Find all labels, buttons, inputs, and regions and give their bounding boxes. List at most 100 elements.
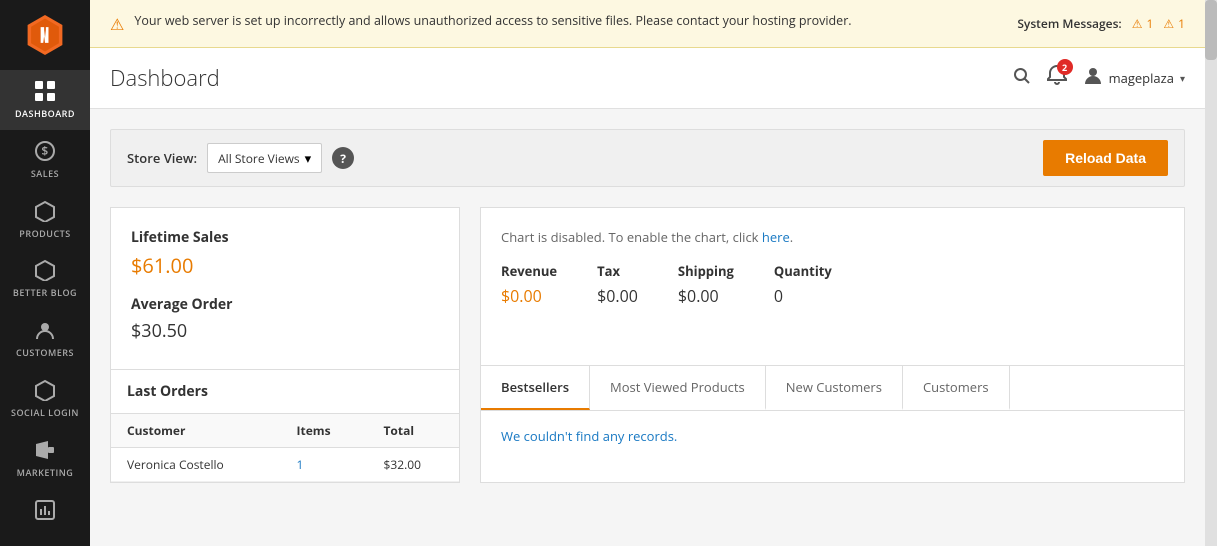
tab-most-viewed[interactable]: Most Viewed Products	[590, 366, 766, 410]
sales-icon: $	[34, 140, 56, 165]
sidebar-item-sales[interactable]: $ SALES	[0, 130, 90, 190]
chart-disabled-prefix: Chart is disabled. To enable the chart, …	[501, 228, 759, 246]
chevron-down-icon: ▾	[1180, 71, 1185, 85]
warning-banner: ⚠ Your web server is set up incorrectly …	[90, 0, 1205, 48]
tabs-section: Bestsellers Most Viewed Products New Cus…	[480, 366, 1185, 484]
tab-bestsellers[interactable]: Bestsellers	[481, 366, 590, 410]
table-row: Veronica Costello 1 $32.00	[111, 448, 459, 482]
user-avatar-icon	[1083, 65, 1103, 91]
store-view-left: Store View: All Store Views ▾ ?	[127, 143, 354, 173]
orders-row-total: $32.00	[367, 448, 459, 482]
shipping-label: Shipping	[678, 262, 734, 280]
tax-value: $0.00	[597, 285, 638, 307]
average-order-value: $30.50	[131, 319, 439, 343]
tab-bestsellers-label: Bestsellers	[501, 378, 569, 396]
lifetime-sales-value: $61.00	[131, 252, 439, 279]
notifications-button[interactable]: 2	[1046, 64, 1068, 92]
warning-left: ⚠ Your web server is set up incorrectly …	[110, 12, 852, 35]
sidebar-item-social-login[interactable]: SOCIAL LOGIN	[0, 369, 90, 429]
stats-section: Lifetime Sales $61.00 Average Order $30.…	[110, 207, 1185, 483]
header-bar: Dashboard 2	[90, 48, 1205, 109]
orders-table: Customer Items Total Veronica Costello	[111, 414, 459, 482]
sidebar-item-dashboard[interactable]: DASHBOARD	[0, 70, 90, 130]
tab-customers[interactable]: Customers	[903, 366, 1010, 410]
store-view-label: Store View:	[127, 149, 197, 167]
user-name: mageplaza	[1109, 69, 1174, 87]
help-question-mark: ?	[340, 150, 346, 167]
items-link[interactable]: 1	[297, 456, 304, 473]
search-button[interactable]	[1013, 67, 1031, 90]
system-messages: System Messages: ⚠ 1 ⚠ 1	[1017, 15, 1185, 32]
store-view-select[interactable]: All Store Views ▾	[207, 143, 322, 173]
shipping-value: $0.00	[678, 285, 734, 307]
lifetime-sales-section: Lifetime Sales $61.00 Average Order $30.…	[110, 207, 460, 369]
revenue-item-quantity: Quantity 0	[774, 262, 832, 307]
dashboard-icon	[34, 80, 56, 105]
sys-msg-badge-1[interactable]: ⚠ 1	[1132, 15, 1154, 32]
left-panel: Lifetime Sales $61.00 Average Order $30.…	[110, 207, 460, 483]
sidebar-item-reports[interactable]	[0, 489, 90, 534]
revenue-item-tax: Tax $0.00	[597, 262, 638, 307]
notification-badge: 2	[1057, 59, 1073, 75]
sidebar-item-products[interactable]: PRODUCTS	[0, 190, 90, 250]
orders-col-total: Total	[367, 414, 459, 448]
sys-msg-badge-2[interactable]: ⚠ 1	[1163, 15, 1185, 32]
average-order-label: Average Order	[131, 295, 439, 314]
store-view-chevron-icon: ▾	[305, 149, 312, 167]
reload-data-button[interactable]: Reload Data	[1043, 140, 1168, 176]
orders-col-customer: Customer	[111, 414, 281, 448]
sys-msg-warning-icon-2: ⚠	[1163, 15, 1174, 32]
last-orders-title: Last Orders	[111, 370, 459, 414]
tabs-header: Bestsellers Most Viewed Products New Cus…	[481, 366, 1184, 411]
sidebar-item-products-label: PRODUCTS	[19, 229, 70, 240]
tab-new-customers[interactable]: New Customers	[766, 366, 903, 410]
sidebar-item-better-blog[interactable]: BETTER BLOG	[0, 249, 90, 309]
revenue-row: Revenue $0.00 Tax $0.00 Shipping $0.00	[501, 262, 1164, 307]
sys-msg-count-1: 1	[1146, 15, 1153, 32]
store-view-value: All Store Views	[218, 150, 300, 167]
sidebar: DASHBOARD $ SALES PRODUCTS BETTER BLOG C…	[0, 0, 90, 546]
better-blog-icon	[34, 259, 56, 284]
right-panel: Chart is disabled. To enable the chart, …	[480, 207, 1185, 483]
sidebar-logo	[0, 0, 90, 70]
warning-icon: ⚠	[110, 13, 124, 35]
quantity-value: 0	[774, 285, 832, 307]
customer-name: Veronica Costello	[127, 456, 224, 473]
orders-row-items: 1	[281, 448, 368, 482]
sys-msg-count-2: 1	[1178, 15, 1185, 32]
scrollbar-thumb[interactable]	[1205, 0, 1217, 60]
svg-text:$: $	[41, 142, 48, 159]
tab-customers-label: Customers	[923, 378, 989, 396]
tab-new-customers-label: New Customers	[786, 378, 882, 396]
orders-col-items: Items	[281, 414, 368, 448]
store-view-bar: Store View: All Store Views ▾ ? Reload D…	[110, 129, 1185, 187]
help-icon[interactable]: ?	[332, 147, 354, 169]
system-messages-label: System Messages:	[1017, 15, 1121, 32]
search-icon	[1013, 67, 1031, 85]
quantity-label: Quantity	[774, 262, 832, 280]
sidebar-item-marketing-label: MARKETING	[17, 468, 74, 479]
marketing-icon	[34, 439, 56, 464]
customers-icon	[34, 319, 56, 344]
sidebar-item-dashboard-label: DASHBOARD	[15, 109, 75, 120]
chart-here-link[interactable]: here	[762, 228, 790, 246]
last-orders-section: Last Orders Customer Items Total	[110, 369, 460, 483]
sidebar-item-customers[interactable]: CUSTOMERS	[0, 309, 90, 369]
revenue-label: Revenue	[501, 262, 557, 280]
products-icon	[34, 200, 56, 225]
sidebar-item-social-login-label: SOCIAL LOGIN	[11, 408, 79, 419]
revenue-value: $0.00	[501, 285, 557, 307]
tab-most-viewed-label: Most Viewed Products	[610, 378, 745, 396]
main-content: ⚠ Your web server is set up incorrectly …	[90, 0, 1205, 546]
sys-msg-warning-icon-1: ⚠	[1132, 15, 1143, 32]
tax-label: Tax	[597, 262, 638, 280]
scrollbar[interactable]	[1205, 0, 1217, 546]
sidebar-item-marketing[interactable]: MARKETING	[0, 429, 90, 489]
tab-content: We couldn't find any records.	[481, 411, 1184, 461]
sidebar-item-customers-label: CUSTOMERS	[16, 348, 74, 359]
content-area: Store View: All Store Views ▾ ? Reload D…	[90, 109, 1205, 546]
user-menu[interactable]: mageplaza ▾	[1083, 65, 1185, 91]
sidebar-item-sales-label: SALES	[31, 169, 59, 180]
page-title: Dashboard	[110, 63, 220, 93]
chart-section: Chart is disabled. To enable the chart, …	[480, 207, 1185, 366]
